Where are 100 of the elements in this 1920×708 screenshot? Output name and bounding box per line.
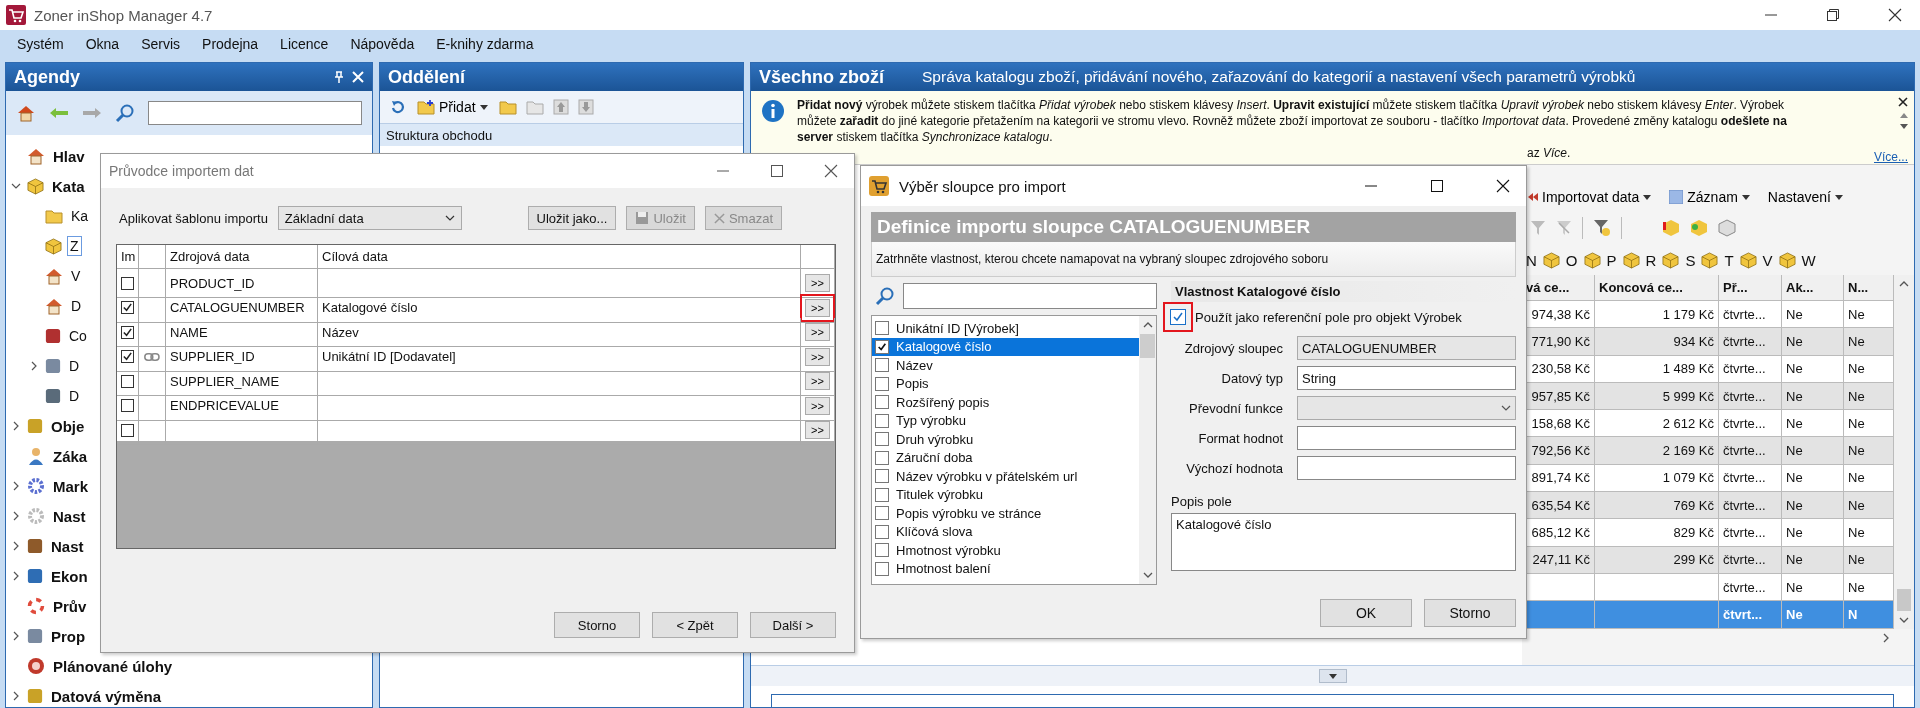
tree-item[interactable]: Mark bbox=[50, 475, 92, 497]
letter-filter[interactable]: T bbox=[1724, 251, 1734, 269]
search-icon[interactable] bbox=[115, 103, 135, 123]
checkbox[interactable] bbox=[121, 276, 134, 290]
close-icon[interactable] bbox=[1898, 97, 1908, 107]
tree-item[interactable]: Nast bbox=[50, 505, 89, 527]
scroll-down-icon[interactable] bbox=[1900, 124, 1908, 129]
dialog-button[interactable]: Storno bbox=[1424, 599, 1516, 627]
chevron-up-icon[interactable] bbox=[1142, 322, 1153, 328]
chevron-right-icon[interactable] bbox=[31, 361, 37, 371]
checkbox[interactable] bbox=[875, 413, 889, 428]
tree-item[interactable]: Ekon bbox=[48, 565, 91, 587]
map-button[interactable]: >> bbox=[805, 372, 830, 390]
scroll-thumb[interactable] bbox=[1140, 334, 1155, 358]
tree-item[interactable]: V bbox=[68, 266, 84, 286]
list-item[interactable]: Rozšířený popis bbox=[872, 393, 1139, 412]
tree-item[interactable]: D bbox=[66, 356, 83, 376]
tree-item[interactable]: Hlav bbox=[50, 145, 88, 167]
menu-item[interactable]: E-knihy zdarma bbox=[427, 32, 543, 55]
chevron-down-icon[interactable] bbox=[11, 183, 21, 189]
list-item[interactable]: Unikátní ID [Výrobek] bbox=[872, 319, 1139, 338]
search-field[interactable] bbox=[148, 101, 362, 125]
chevron-right-icon[interactable] bbox=[13, 631, 19, 641]
tree-item[interactable]: Kata bbox=[49, 175, 88, 197]
back-button[interactable]: < Zpět bbox=[652, 612, 738, 638]
letter-filter[interactable]: V bbox=[1762, 251, 1773, 269]
map-button[interactable]: >> bbox=[805, 323, 830, 341]
import-button[interactable]: Importovat data bbox=[1526, 187, 1654, 207]
menu-item[interactable]: Licence bbox=[271, 32, 338, 55]
settings-button[interactable]: Nastavení bbox=[1765, 187, 1845, 207]
checkbox[interactable] bbox=[875, 561, 889, 576]
checkbox[interactable] bbox=[875, 339, 889, 354]
tree-item[interactable]: Plánované úlohy bbox=[50, 655, 176, 677]
move-up-icon[interactable] bbox=[552, 99, 569, 115]
checkbox[interactable] bbox=[875, 395, 889, 410]
record-button[interactable]: Záznam bbox=[1667, 187, 1752, 207]
checkbox[interactable] bbox=[121, 374, 134, 388]
tree-item[interactable]: Obje bbox=[48, 415, 88, 437]
menu-item[interactable]: Servis bbox=[132, 32, 190, 55]
close-icon[interactable] bbox=[824, 164, 838, 178]
tree-item[interactable]: D bbox=[66, 386, 83, 406]
map-button[interactable]: >> bbox=[805, 274, 830, 292]
collapse-button[interactable] bbox=[1318, 669, 1347, 683]
checkbox[interactable] bbox=[875, 376, 889, 391]
checkbox[interactable] bbox=[875, 506, 889, 521]
input-field[interactable] bbox=[1297, 426, 1516, 450]
tree-item[interactable]: Nast bbox=[48, 535, 87, 557]
close-icon[interactable] bbox=[1888, 8, 1902, 22]
chevron-right-icon[interactable] bbox=[13, 571, 19, 581]
list-item[interactable]: Typ výrobku bbox=[872, 411, 1139, 430]
letter-filter[interactable]: S bbox=[1685, 251, 1696, 269]
refresh-icon[interactable] bbox=[390, 99, 406, 115]
letter-filter[interactable]: N bbox=[1526, 251, 1537, 269]
column-header[interactable]: Koncová ce... bbox=[1595, 275, 1719, 301]
letter-filter[interactable]: P bbox=[1606, 251, 1617, 269]
add-button[interactable]: Přidat bbox=[415, 97, 490, 117]
list-item[interactable]: Popis výrobku ve stránce bbox=[872, 504, 1139, 523]
tree-item[interactable]: Prův bbox=[50, 595, 90, 617]
list-item[interactable]: Název výrobku v přátelském url bbox=[872, 467, 1139, 486]
menu-item[interactable]: Systém bbox=[8, 32, 73, 55]
menu-item[interactable]: Prodejna bbox=[193, 32, 268, 55]
checkbox[interactable] bbox=[875, 432, 889, 447]
chevron-down-icon[interactable] bbox=[1899, 616, 1909, 623]
input-field[interactable]: CATALOGUENUMBER bbox=[1297, 336, 1516, 360]
list-item[interactable]: Záruční doba bbox=[872, 448, 1139, 467]
checkbox[interactable] bbox=[875, 487, 889, 502]
letter-filter[interactable]: W bbox=[1801, 251, 1816, 269]
tree-item[interactable]: D bbox=[68, 296, 85, 316]
template-dropdown[interactable]: Základní data bbox=[277, 206, 462, 230]
checkbox[interactable] bbox=[121, 399, 134, 412]
checkbox[interactable] bbox=[875, 358, 889, 373]
chevron-right-icon[interactable] bbox=[13, 691, 19, 701]
move-down-icon[interactable] bbox=[577, 99, 594, 115]
pin-icon[interactable] bbox=[334, 71, 344, 83]
list-item[interactable]: Druh výrobku bbox=[872, 430, 1139, 449]
map-button[interactable]: >> bbox=[805, 298, 830, 317]
list-item[interactable]: Název bbox=[872, 356, 1139, 375]
maximize-icon[interactable] bbox=[770, 164, 784, 178]
dialog-button[interactable]: Další > bbox=[750, 612, 836, 638]
chevron-right-icon[interactable] bbox=[13, 511, 19, 521]
map-button[interactable]: >> bbox=[805, 347, 830, 366]
column-header[interactable]: Ak... bbox=[1782, 275, 1844, 301]
save-as-button[interactable]: Uložit jako... bbox=[527, 206, 617, 230]
menu-item[interactable]: Nápověda bbox=[341, 32, 424, 55]
checkbox[interactable] bbox=[875, 469, 889, 484]
chevron-right-icon[interactable] bbox=[13, 421, 19, 431]
dialog-button[interactable]: Storno bbox=[554, 612, 640, 638]
checkbox[interactable] bbox=[875, 450, 889, 465]
more-link[interactable]: Více... bbox=[1874, 150, 1908, 164]
scrollbar[interactable] bbox=[1894, 275, 1914, 629]
tree-item[interactable]: Co bbox=[66, 326, 90, 346]
tree-item[interactable]: Prop bbox=[48, 625, 89, 647]
checkbox[interactable] bbox=[875, 321, 889, 336]
checkbox[interactable] bbox=[121, 423, 134, 437]
map-button[interactable]: >> bbox=[805, 421, 830, 439]
list-item[interactable]: Katalogové číslo bbox=[872, 337, 1139, 356]
scroll-up-icon[interactable] bbox=[1900, 113, 1908, 118]
column-header[interactable]: Př... bbox=[1719, 275, 1782, 301]
filter-add-icon[interactable] bbox=[1593, 219, 1611, 237]
checkbox[interactable] bbox=[875, 543, 889, 558]
